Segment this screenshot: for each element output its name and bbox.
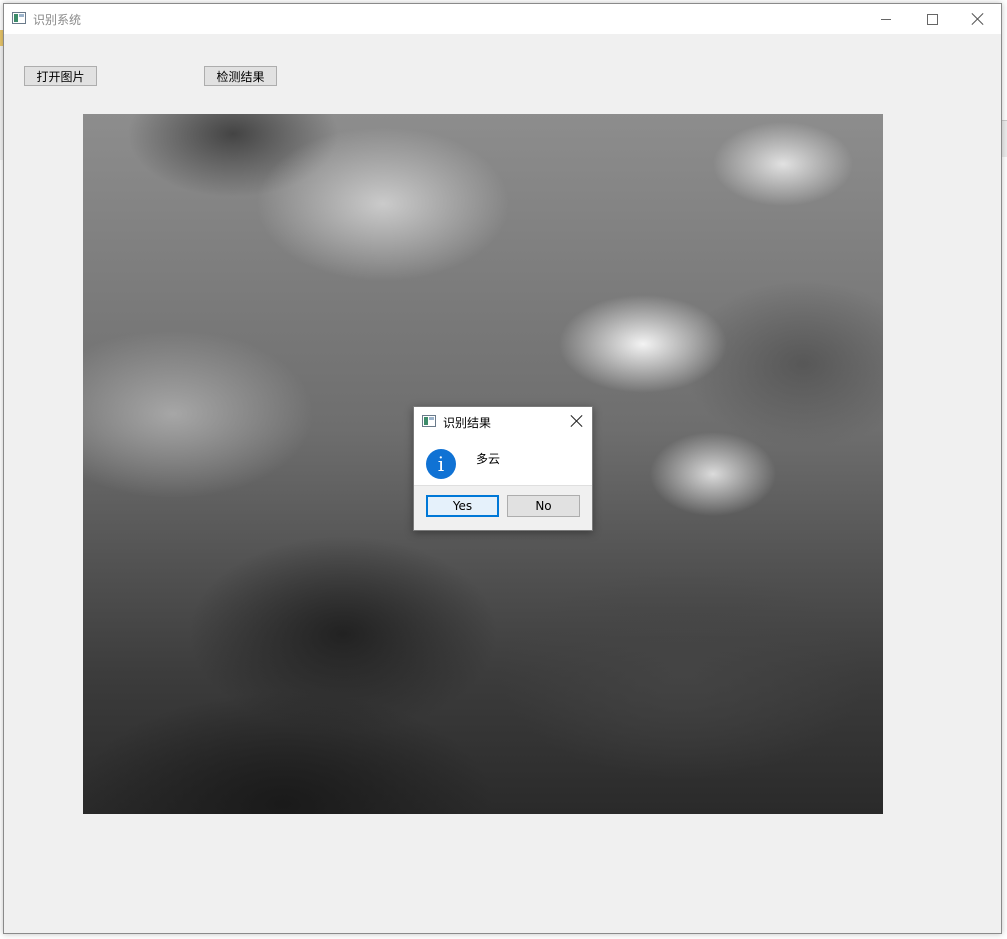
dialog-button-row: Yes No <box>414 485 592 530</box>
maximize-icon <box>926 13 938 25</box>
detect-result-button[interactable]: 检测结果 <box>204 66 277 86</box>
information-icon-glyph: i <box>437 452 445 476</box>
dialog-title-bar[interactable]: 识别结果 <box>414 407 592 435</box>
close-button[interactable] <box>955 4 1001 34</box>
minimize-icon <box>881 18 891 20</box>
app-window-icon <box>12 12 26 24</box>
window-title: 识别系统 <box>33 13 82 27</box>
close-icon <box>972 13 984 25</box>
open-image-button[interactable]: 打开图片 <box>24 66 97 86</box>
dialog-window-icon <box>422 415 436 427</box>
result-dialog: 识别结果 i 多云 Yes No <box>413 406 593 531</box>
information-icon: i <box>426 449 456 479</box>
title-bar[interactable]: 识别系统 <box>4 4 1001 34</box>
dialog-message: 多云 <box>476 452 501 466</box>
no-button[interactable]: No <box>507 495 580 517</box>
yes-button[interactable]: Yes <box>426 495 499 517</box>
minimize-button[interactable] <box>863 4 909 34</box>
dialog-close-button[interactable] <box>562 407 592 435</box>
dialog-title: 识别结果 <box>443 416 492 430</box>
close-icon <box>571 415 583 427</box>
maximize-button[interactable] <box>909 4 955 34</box>
